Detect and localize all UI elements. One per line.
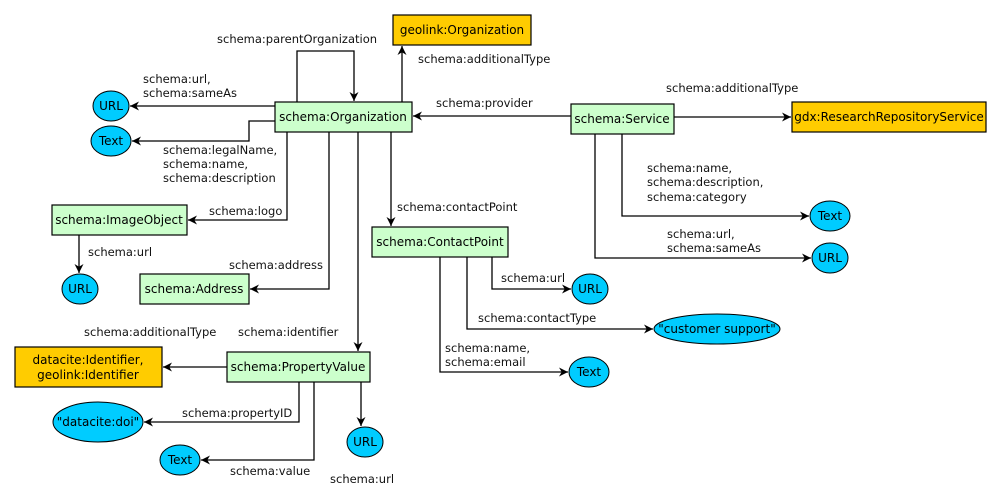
- node-property-value: schema:PropertyValue: [226, 351, 371, 383]
- node-service: schema:Service: [570, 103, 675, 135]
- label-pv-url: schema:url: [330, 472, 394, 486]
- label-provider: schema:provider: [436, 96, 533, 110]
- label-contact-point: schema:contactPoint: [397, 200, 518, 214]
- svg-text:schema:Service: schema:Service: [574, 112, 669, 126]
- label-service-url-1: schema:url,: [667, 227, 735, 241]
- label-pv-additional-type: schema:additionalType: [84, 325, 216, 339]
- label-identifier: schema:identifier: [238, 325, 339, 339]
- node-service-text: Text: [809, 200, 851, 232]
- label-org-url-2: schema:sameAs: [143, 86, 237, 100]
- node-cp-url: URL: [571, 273, 609, 305]
- label-image-url: schema:url: [88, 245, 152, 259]
- label-address: schema:address: [229, 258, 323, 272]
- node-contact-point: schema:ContactPoint: [371, 226, 509, 258]
- node-organization: schema:Organization: [274, 101, 413, 133]
- node-pv-url: URL: [346, 426, 384, 458]
- label-service-url-2: schema:sameAs: [667, 241, 761, 255]
- svg-text:schema:ContactPoint: schema:ContactPoint: [376, 235, 504, 249]
- label-org-url-1: schema:url,: [143, 72, 211, 86]
- svg-text:schema:Address: schema:Address: [145, 282, 244, 296]
- svg-text:URL: URL: [578, 282, 602, 296]
- svg-text:schema:ImageObject: schema:ImageObject: [55, 213, 183, 227]
- label-pv-property-id: schema:propertyID: [182, 406, 292, 420]
- edge-labels: schema:parentOrganization schema:additio…: [84, 32, 798, 486]
- label-logo: schema:logo: [209, 204, 282, 218]
- label-service-text-2: schema:description,: [647, 175, 763, 189]
- node-pv-text: Text: [159, 444, 201, 476]
- node-research-repository-service: gdx:ResearchRepositoryService: [791, 101, 987, 133]
- edge-org-text: [132, 120, 275, 146]
- node-customer-support: "customer support": [653, 313, 781, 345]
- label-cp-text-1: schema:name,: [445, 341, 530, 355]
- node-image-object: schema:ImageObject: [51, 204, 188, 236]
- label-org-text-1: schema:legalName,: [163, 143, 277, 157]
- svg-text:geolink:Identifier: geolink:Identifier: [37, 368, 139, 382]
- node-org-text: Text: [90, 125, 132, 157]
- node-identifier-types: datacite:Identifier, geolink:Identifier: [14, 346, 163, 388]
- svg-text:URL: URL: [818, 251, 842, 265]
- label-service-text-1: schema:name,: [647, 161, 732, 175]
- svg-text:"customer support": "customer support": [658, 322, 775, 336]
- label-cp-text-2: schema:email: [445, 355, 526, 369]
- node-cp-text: Text: [568, 356, 610, 388]
- label-cp-contact-type: schema:contactType: [478, 311, 596, 325]
- node-datacite-doi: "datacite:doi": [52, 401, 144, 443]
- edge-pv-value: [201, 382, 315, 465]
- svg-text:schema:Organization: schema:Organization: [279, 110, 407, 124]
- svg-text:URL: URL: [99, 99, 123, 113]
- node-service-url: URL: [811, 242, 849, 274]
- edge-parent-organization: [296, 50, 359, 102]
- svg-text:Text: Text: [98, 134, 124, 148]
- schema-diagram: schema:parentOrganization schema:additio…: [14, 14, 987, 486]
- svg-text:"datacite:doi": "datacite:doi": [57, 415, 139, 429]
- label-parent-organization: schema:parentOrganization: [217, 32, 377, 46]
- svg-text:Text: Text: [576, 365, 602, 379]
- label-org-additional-type: schema:additionalType: [418, 52, 550, 66]
- svg-text:URL: URL: [68, 282, 92, 296]
- svg-text:gdx:ResearchRepositoryService: gdx:ResearchRepositoryService: [794, 110, 984, 124]
- label-org-text-3: schema:description: [163, 171, 276, 185]
- svg-text:datacite:Identifier,: datacite:Identifier,: [33, 353, 144, 367]
- label-pv-value: schema:value: [230, 464, 310, 478]
- svg-text:geolink:Organization: geolink:Organization: [400, 23, 524, 37]
- label-service-additional-type: schema:additionalType: [666, 81, 798, 95]
- svg-text:URL: URL: [353, 435, 377, 449]
- label-org-text-2: schema:name,: [163, 157, 248, 171]
- node-geolink-organization: geolink:Organization: [392, 14, 532, 46]
- svg-text:schema:PropertyValue: schema:PropertyValue: [231, 360, 366, 374]
- label-service-text-3: schema:category: [647, 190, 747, 204]
- label-cp-url: schema:url: [501, 271, 565, 285]
- svg-text:Text: Text: [817, 209, 843, 223]
- node-address: schema:Address: [139, 273, 250, 305]
- node-org-url: URL: [92, 90, 130, 122]
- node-image-url: URL: [61, 273, 99, 305]
- svg-text:Text: Text: [167, 453, 193, 467]
